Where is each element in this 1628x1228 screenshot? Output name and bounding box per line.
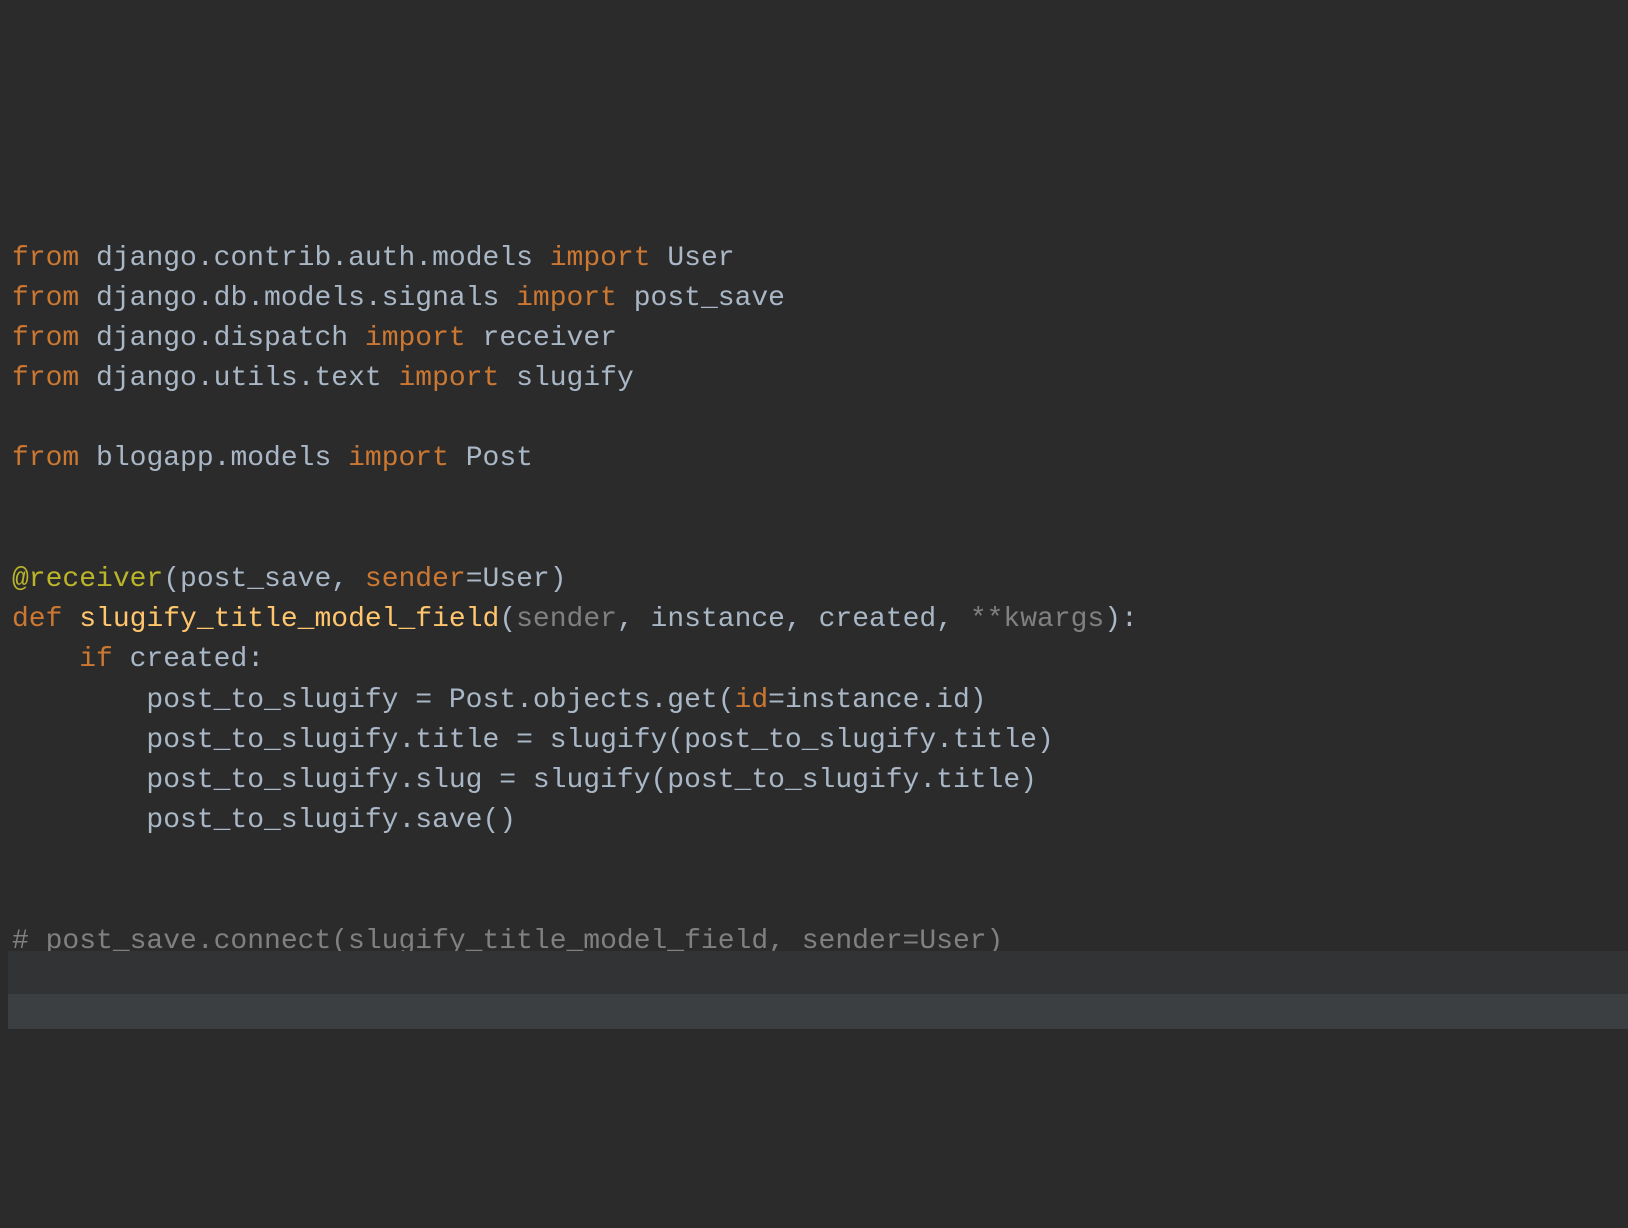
code-token: slugify <box>516 363 634 394</box>
code-line[interactable] <box>8 882 1628 922</box>
code-token: django.db.models.signals <box>96 283 499 314</box>
code-token <box>62 604 79 635</box>
code-line[interactable]: from django.db.models.signals import pos… <box>8 279 1628 319</box>
code-line[interactable]: from django.contrib.auth.models import U… <box>8 239 1628 279</box>
code-line[interactable]: if created: <box>8 640 1628 680</box>
code-line[interactable]: post_to_slugify.slug = slugify(post_to_s… <box>8 761 1628 801</box>
code-editor[interactable]: from django.contrib.auth.models import U… <box>8 159 1628 1029</box>
code-line[interactable]: post_to_slugify = Post.objects.get(id=in… <box>8 681 1628 721</box>
code-line[interactable]: post_to_slugify.title = slugify(post_to_… <box>8 721 1628 761</box>
code-token: slugify_title_model_field <box>79 604 499 635</box>
code-token: import <box>348 443 449 474</box>
code-token: =instance.id) <box>768 685 986 716</box>
code-token: def <box>12 604 62 635</box>
code-token: id <box>735 685 769 716</box>
code-line[interactable]: @receiver(post_save, sender=User) <box>8 560 1628 600</box>
code-token <box>12 644 79 675</box>
code-token: post_to_slugify.slug = slugify(post_to_s… <box>12 765 1037 796</box>
code-token: sender <box>516 604 617 635</box>
code-token: =User) <box>466 564 567 595</box>
code-line[interactable] <box>8 399 1628 439</box>
code-token: post_save <box>180 564 331 595</box>
code-line[interactable] <box>8 480 1628 520</box>
code-token: post_to_slugify = Post.objects.get( <box>12 685 735 716</box>
code-token <box>617 283 634 314</box>
code-token: import <box>365 323 466 354</box>
code-token: created: <box>113 644 264 675</box>
code-token <box>79 323 96 354</box>
code-token <box>79 243 96 274</box>
code-token: Post <box>466 443 533 474</box>
code-token: import <box>550 243 651 274</box>
code-token: @receiver <box>12 564 163 595</box>
code-token: ): <box>1104 604 1138 635</box>
code-token: from <box>12 363 79 394</box>
code-token: import <box>516 283 617 314</box>
code-token: django.utils.text <box>96 363 382 394</box>
code-token: from <box>12 323 79 354</box>
code-line[interactable]: post_to_slugify.save() <box>8 801 1628 841</box>
code-line[interactable]: from django.dispatch import receiver <box>8 319 1628 359</box>
code-token: django.dispatch <box>96 323 348 354</box>
code-token <box>499 283 516 314</box>
code-token: from <box>12 243 79 274</box>
code-token <box>331 443 348 474</box>
code-token: post_save <box>634 283 785 314</box>
code-token: , <box>331 564 365 595</box>
code-token: from <box>12 443 79 474</box>
code-token: **kwargs <box>970 604 1104 635</box>
code-token <box>499 363 516 394</box>
code-token <box>382 363 399 394</box>
code-token: ( <box>499 604 516 635</box>
code-token <box>79 283 96 314</box>
editor-bottom-bar <box>8 994 1628 1029</box>
code-line[interactable]: from django.utils.text import slugify <box>8 359 1628 399</box>
code-token: post_to_slugify.title = slugify(post_to_… <box>12 725 1054 756</box>
code-line[interactable]: def slugify_title_model_field(sender, in… <box>8 600 1628 640</box>
code-line[interactable] <box>8 520 1628 560</box>
code-line[interactable]: from blogapp.models import Post <box>8 439 1628 479</box>
code-token <box>533 243 550 274</box>
code-token: django.contrib.auth.models <box>96 243 533 274</box>
editor-status-strip <box>8 951 1628 994</box>
code-token <box>466 323 483 354</box>
code-token: User <box>667 243 734 274</box>
code-token: from <box>12 283 79 314</box>
code-token <box>348 323 365 354</box>
code-token: if <box>79 644 113 675</box>
code-token: , instance, created, <box>617 604 970 635</box>
code-token <box>449 443 466 474</box>
code-token: ( <box>163 564 180 595</box>
code-token: post_to_slugify.save() <box>12 805 516 836</box>
code-token: import <box>399 363 500 394</box>
code-token <box>79 363 96 394</box>
code-token <box>79 443 96 474</box>
code-token: blogapp.models <box>96 443 331 474</box>
code-token: sender <box>365 564 466 595</box>
code-token <box>651 243 668 274</box>
code-line[interactable] <box>8 841 1628 881</box>
code-token: receiver <box>483 323 617 354</box>
